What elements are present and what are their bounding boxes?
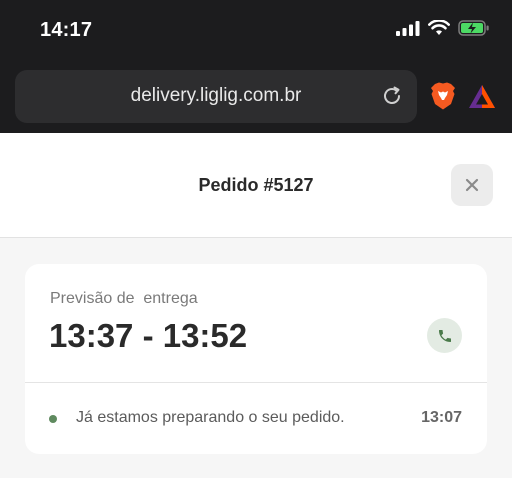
url-text: delivery.liglig.com.br	[130, 85, 302, 106]
brave-shield-icon[interactable]	[430, 82, 456, 110]
battery-charging-icon	[458, 20, 489, 36]
delivery-eta: 13:37 - 13:52	[49, 317, 248, 354]
order-status-message: Já estamos preparando o seu pedido.	[76, 409, 345, 426]
status-dot	[49, 415, 57, 423]
delivery-card: Previsão de entrega 13:37 - 13:52 Já est…	[25, 264, 487, 454]
card-divider	[25, 382, 487, 383]
close-icon	[465, 178, 479, 192]
order-status-time: 13:07	[421, 409, 462, 426]
call-button[interactable]	[427, 318, 462, 353]
wifi-icon	[428, 20, 450, 35]
status-icons	[396, 20, 490, 36]
cellular-signal-icon	[396, 20, 420, 36]
close-button[interactable]	[451, 164, 493, 206]
page-title: Pedido #5127	[198, 175, 314, 195]
url-field[interactable]: delivery.liglig.com.br	[15, 70, 417, 123]
reload-icon[interactable]	[381, 85, 403, 107]
delivery-estimate-label: Previsão de entrega	[50, 290, 198, 307]
status-time: 14:17	[40, 19, 93, 41]
order-header: Pedido #5127	[0, 133, 512, 238]
phone-icon	[438, 329, 451, 342]
status-bar: 14:17	[0, 0, 512, 60]
brave-rewards-icon[interactable]	[469, 85, 495, 108]
